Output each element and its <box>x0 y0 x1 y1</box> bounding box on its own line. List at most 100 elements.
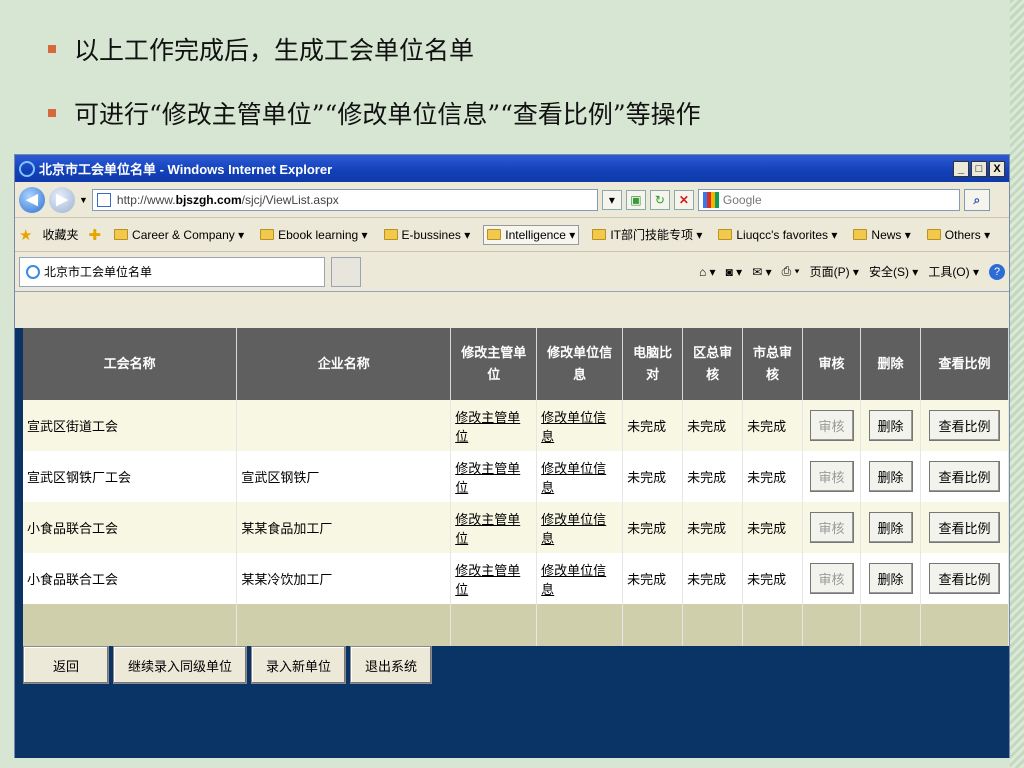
review-button[interactable]: 审核 <box>809 410 854 441</box>
cell-status: 未完成 <box>742 400 804 451</box>
cell-status: 未完成 <box>742 502 804 553</box>
modify-info-link[interactable]: 修改单位信息 <box>541 461 606 495</box>
fav-label: Career & Company ▾ <box>132 227 245 242</box>
view-ratio-button[interactable]: 查看比例 <box>929 461 1000 492</box>
col-union-name: 工会名称 <box>23 328 238 400</box>
back-button[interactable]: ◀ <box>19 186 45 213</box>
col-view-ratio: 查看比例 <box>920 328 1009 400</box>
url-domain: bjszgh.com <box>175 192 242 207</box>
folder-icon <box>926 229 941 240</box>
cell-status: 未完成 <box>622 451 684 502</box>
cell-company: 某某冷饮加工厂 <box>236 553 452 604</box>
new-tab-button[interactable] <box>331 256 361 287</box>
modify-supervisor-link[interactable]: 修改主管单位 <box>455 563 520 597</box>
col-modify-info: 修改单位信 息 <box>536 328 624 400</box>
print-icon[interactable]: ⎙ ▾ <box>782 264 800 279</box>
maximize-button[interactable]: □ <box>971 160 987 177</box>
table-header-row: 工会名称 企业名称 修改主管单 位 修改单位信 息 电脑比 对 区总审 核 市总… <box>23 328 1009 400</box>
minimize-button[interactable]: _ <box>953 160 969 177</box>
stop-icon[interactable]: ✕ <box>673 189 694 210</box>
favorites-label[interactable]: 收藏夹 <box>42 226 78 243</box>
folder-icon <box>260 229 275 240</box>
command-bar: ⌂ ▾ ◙ ▾ ✉ ▾ ⎙ ▾ 页面(P) ▾ 安全(S) ▾ 工具(O) ▾ … <box>699 263 1005 280</box>
folder-icon <box>114 229 129 240</box>
bullet-text: 可进行“修改主管单位”“修改单位信息”“查看比例”等操作 <box>74 100 701 129</box>
modify-supervisor-link[interactable]: 修改主管单位 <box>455 512 520 546</box>
cell-union: 小食品联合工会 <box>23 502 238 553</box>
delete-button[interactable]: 删除 <box>868 512 913 543</box>
fav-folder-others[interactable]: Others ▾ <box>924 226 993 244</box>
review-button[interactable]: 审核 <box>809 563 854 594</box>
bullet-item: 可进行“修改主管单位”“修改单位信息”“查看比例”等操作 <box>48 92 701 134</box>
fav-label: E-bussines ▾ <box>401 227 471 242</box>
tab-bar: 北京市工会单位名单 ⌂ ▾ ◙ ▾ ✉ ▾ ⎙ ▾ 页面(P) ▾ 安全(S) … <box>15 252 1009 292</box>
address-toolbar: ◀ ▶ ▼ http://www. bjszgh.com/sjcj/ViewLis… <box>15 182 1009 218</box>
cell-company: 某某食品加工厂 <box>236 502 452 553</box>
favorites-star-icon[interactable]: ★ <box>19 226 32 244</box>
modify-supervisor-link[interactable]: 修改主管单位 <box>455 410 520 444</box>
view-ratio-button[interactable]: 查看比例 <box>929 512 1000 543</box>
fav-folder-liuqcc[interactable]: Liuqcc's favorites ▾ <box>715 226 840 244</box>
view-ratio-button[interactable]: 查看比例 <box>929 563 1000 594</box>
review-button[interactable]: 审核 <box>809 461 854 492</box>
cell-status: 未完成 <box>682 553 744 604</box>
fav-folder-news[interactable]: News ▾ <box>850 226 913 244</box>
search-input[interactable]: Google <box>697 188 960 211</box>
feeds-icon[interactable]: ◙ ▾ <box>726 265 743 279</box>
title-bar[interactable]: 北京市工会单位名单 - Windows Internet Explorer _ … <box>15 155 1009 182</box>
fav-label: Others ▾ <box>944 227 991 242</box>
url-path: /sjcj/ViewList.aspx <box>241 192 339 207</box>
search-button[interactable]: ⌕ <box>963 188 990 211</box>
continue-same-level-button[interactable]: 继续录入同级单位 <box>113 646 248 684</box>
exit-system-button[interactable]: 退出系统 <box>350 646 433 684</box>
folder-icon <box>718 229 733 240</box>
view-ratio-button[interactable]: 查看比例 <box>929 410 1000 441</box>
tab-current[interactable]: 北京市工会单位名单 <box>19 256 325 287</box>
delete-button[interactable]: 删除 <box>868 563 913 594</box>
union-table: 工会名称 企业名称 修改主管单 位 修改单位信 息 电脑比 对 区总审 核 市总… <box>23 328 1009 646</box>
fav-folder-career[interactable]: Career & Company ▾ <box>111 226 247 244</box>
page-menu[interactable]: 页面(P) ▾ <box>810 263 859 280</box>
fav-folder-ebook[interactable]: Ebook learning ▾ <box>257 226 370 244</box>
review-button[interactable]: 审核 <box>809 512 854 543</box>
fav-folder-ebussines[interactable]: E-bussines ▾ <box>381 226 474 244</box>
address-input[interactable]: http://www. bjszgh.com/sjcj/ViewList.aspx <box>91 188 598 211</box>
fav-folder-it[interactable]: IT部门技能专项 ▾ <box>589 224 705 245</box>
folder-icon <box>383 229 398 240</box>
tools-menu[interactable]: 工具(O) ▾ <box>928 263 979 280</box>
modify-supervisor-link[interactable]: 修改主管单位 <box>455 461 520 495</box>
google-icon <box>702 191 719 208</box>
help-icon[interactable]: ? <box>989 263 1005 280</box>
folder-icon <box>853 229 868 240</box>
fav-folder-intelligence[interactable]: Intelligence ▾ <box>483 224 580 245</box>
forward-button[interactable]: ▶ <box>49 186 75 213</box>
add-new-unit-button[interactable]: 录入新单位 <box>251 646 347 684</box>
tab-title: 北京市工会单位名单 <box>44 265 153 279</box>
home-icon[interactable]: ⌂ ▾ <box>699 265 716 279</box>
close-button[interactable]: X <box>989 160 1005 177</box>
modify-info-link[interactable]: 修改单位信息 <box>541 512 606 546</box>
delete-button[interactable]: 删除 <box>868 410 913 441</box>
col-computer-compare: 电脑比 对 <box>622 328 684 400</box>
mail-icon[interactable]: ✉ ▾ <box>752 265 771 279</box>
modify-info-link[interactable]: 修改单位信息 <box>541 410 606 444</box>
address-dropdown-icon[interactable]: ▾ <box>601 189 622 210</box>
refresh-icon[interactable]: ↻ <box>649 189 670 210</box>
back-page-button[interactable]: 返回 <box>23 646 109 684</box>
cell-status: 未完成 <box>682 400 744 451</box>
history-dropdown-icon[interactable]: ▼ <box>79 195 88 205</box>
bottom-actions: 返回 继续录入同级单位 录入新单位 退出系统 <box>23 646 433 684</box>
col-city-review: 市总审 核 <box>742 328 804 400</box>
modify-info-link[interactable]: 修改单位信息 <box>541 563 606 597</box>
folder-icon <box>592 229 607 240</box>
add-favorite-icon[interactable]: ✚ <box>88 226 101 244</box>
slide-border-stripe <box>1010 0 1024 768</box>
compatibility-icon[interactable]: ▣ <box>625 189 646 210</box>
safety-menu[interactable]: 安全(S) ▾ <box>869 263 918 280</box>
table-row: 小食品联合工会 某某食品加工厂 修改主管单位 修改单位信息 未完成 未完成 未完… <box>23 502 1009 553</box>
cell-status: 未完成 <box>622 502 684 553</box>
ie-logo-icon <box>19 160 35 177</box>
delete-button[interactable]: 删除 <box>868 461 913 492</box>
cell-union: 小食品联合工会 <box>23 553 238 604</box>
fav-label: News ▾ <box>871 227 911 242</box>
